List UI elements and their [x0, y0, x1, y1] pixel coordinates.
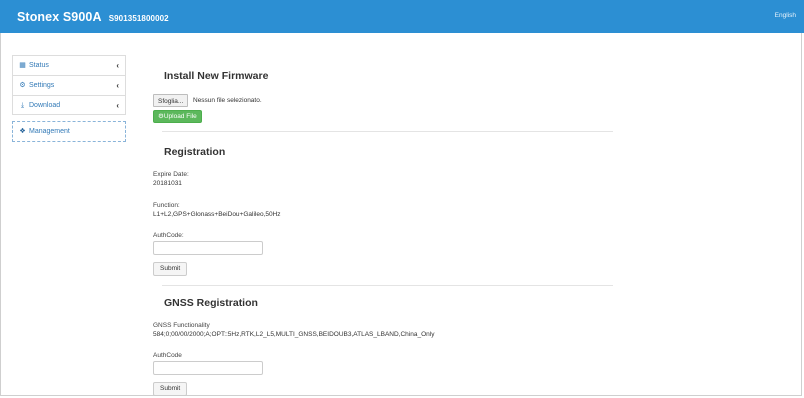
grid-icon: ▦ — [19, 62, 26, 69]
submit-button[interactable]: Submit — [153, 262, 188, 276]
gear-icon: ⚙ — [19, 82, 26, 89]
sidebar-item-label: Management — [29, 128, 70, 135]
expire-date-label: Expire Date: — [153, 171, 189, 178]
gnss-submit-button[interactable]: Submit — [153, 382, 188, 396]
function-value: L1+L2,GPS+Glonass+BeiDou+Galileo,50Hz — [153, 211, 281, 218]
sidebar-item-label: Settings — [29, 82, 55, 89]
browse-button[interactable]: Sfoglia... — [153, 94, 189, 107]
brand-name: Stonex S900A — [17, 10, 102, 24]
gnss-authcode-input[interactable] — [153, 361, 263, 375]
sidebar: ▦ Status ‹ ⚙ Settings ‹ ⤓ Download ‹ ❖ Manag… — [12, 55, 126, 142]
expire-date-value: 20181031 — [153, 180, 182, 187]
upload-file-button[interactable]: ⚙Upload File — [153, 110, 202, 123]
divider — [162, 285, 613, 286]
gnss-functionality-value: 584;0;00/00/2000;A;OPT::5Hz,RTK,L2_L5,MU… — [153, 331, 435, 338]
registration-title: Registration — [164, 146, 226, 158]
gnss-authcode-label: AuthCode — [153, 352, 182, 359]
brand[interactable]: Stonex S900A S901351800002 — [17, 10, 169, 24]
chevron-left-icon: ‹ — [116, 61, 119, 70]
sidebar-item-label: Status — [29, 62, 49, 69]
upload-label: Upload File — [163, 113, 197, 120]
sidebar-item-management[interactable]: ❖ Management — [12, 121, 126, 142]
chevron-left-icon: ‹ — [116, 81, 119, 90]
no-file-text: Nessun file selezionato. — [193, 97, 262, 104]
authcode-input[interactable] — [153, 241, 263, 255]
top-navbar: Stonex S900A S901351800002 English — [0, 0, 804, 33]
function-label: Function: — [153, 202, 180, 209]
gnss-functionality-label: GNSS Functionality — [153, 322, 210, 329]
sidebar-item-status[interactable]: ▦ Status ‹ — [12, 55, 126, 75]
divider — [162, 131, 613, 132]
chevron-left-icon: ‹ — [116, 101, 119, 110]
download-icon: ⤓ — [20, 102, 25, 109]
sidebar-item-label: Download — [29, 102, 61, 109]
language-selector[interactable]: English — [775, 12, 796, 19]
gnss-registration-title: GNSS Registration — [164, 297, 258, 309]
sidebar-item-download[interactable]: ⤓ Download ‹ — [12, 95, 126, 115]
sidebar-item-settings[interactable]: ⚙ Settings ‹ — [12, 75, 126, 95]
authcode-label: AuthCode: — [153, 232, 184, 239]
firmware-title: Install New Firmware — [164, 70, 269, 82]
device-serial: S901351800002 — [108, 14, 169, 23]
info-icon: ❖ — [19, 128, 26, 135]
